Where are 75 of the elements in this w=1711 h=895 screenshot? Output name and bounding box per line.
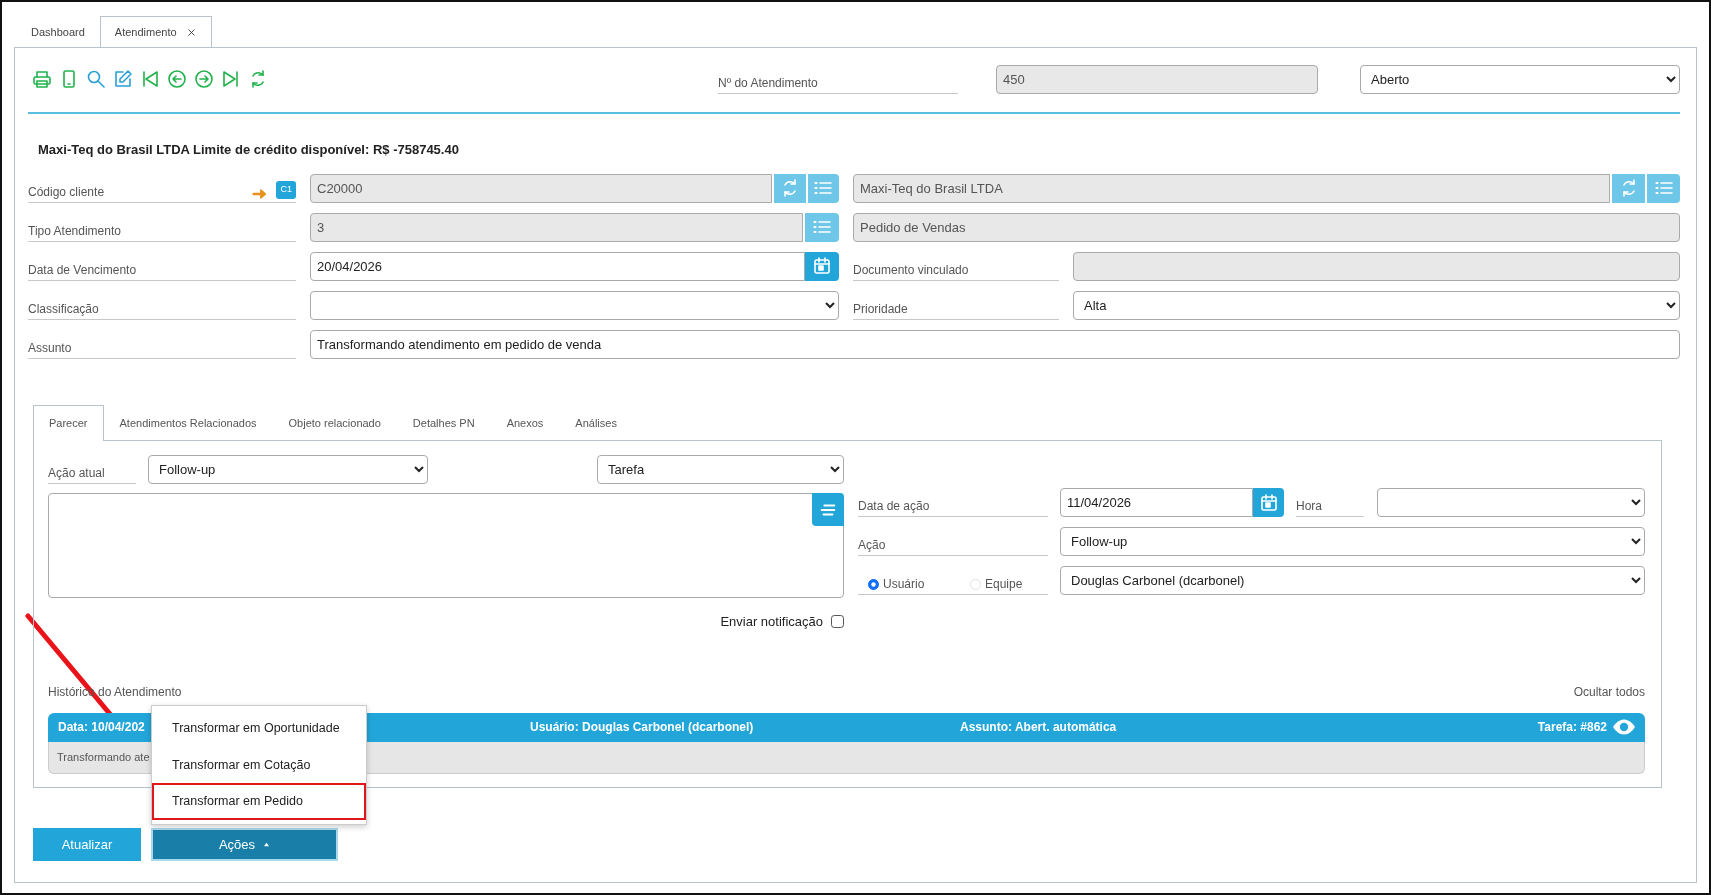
calendar-button[interactable] (1253, 488, 1284, 517)
linked-document-field[interactable] (1073, 251, 1680, 281)
list-button[interactable] (805, 212, 839, 242)
list-button[interactable] (807, 173, 839, 203)
close-icon[interactable] (185, 26, 197, 38)
field-label: Tipo Atendimento (28, 222, 121, 240)
history-task: Tarefa: #862 (1537, 719, 1607, 736)
calendar-button[interactable] (805, 251, 839, 281)
classification-select[interactable] (310, 290, 839, 320)
action-date-field[interactable]: 11/04/2026 (1060, 488, 1254, 517)
list-button[interactable] (1647, 173, 1680, 203)
radio-button[interactable] (868, 578, 879, 590)
field-label: Classificação (28, 300, 99, 318)
tab[interactable]: Atendimentos Relacionados (103, 404, 273, 440)
action-select[interactable]: Follow-up (148, 455, 428, 484)
refresh-button[interactable] (1612, 173, 1646, 203)
first-icon[interactable] (140, 69, 160, 89)
history-date: Data: 10/04/202 (58, 720, 145, 734)
priority-select[interactable]: Alta (1073, 290, 1680, 320)
type-select[interactable]: Tarefa (597, 455, 844, 484)
history-text: Transformando ate (57, 750, 150, 763)
field-label: Ação (858, 537, 886, 554)
field-label: Assunto (28, 339, 72, 357)
menu-item[interactable]: Transformar em Oportunidade (152, 709, 366, 747)
number-field[interactable]: 450 (996, 64, 1318, 94)
tab[interactable]: Dashboard (16, 16, 100, 47)
due-date-field[interactable]: 20/04/2026 (310, 251, 806, 281)
notification-label: Enviar notificação (720, 613, 823, 631)
menu-item[interactable]: Transformar em Pedido (152, 783, 366, 820)
field-label: Documento vinculado (853, 261, 969, 279)
client-badge: C1 (276, 181, 296, 199)
actions-button[interactable]: Ações (151, 828, 338, 861)
field-label: Data de Vencimento (28, 261, 137, 279)
tab[interactable]: Análises (559, 404, 633, 440)
client-code-field[interactable]: C20000 (310, 173, 773, 203)
assignee-select[interactable]: Douglas Carbonel (dcarbonel) (1060, 566, 1645, 595)
tab[interactable]: Detalhes PN (396, 404, 491, 440)
subject-field[interactable]: Transformando atendimento em pedido de venda (310, 329, 1680, 359)
menu-item[interactable]: Transformar em Cotação (152, 746, 366, 784)
tab[interactable]: Objeto relacionado (272, 404, 397, 440)
history-user: Usuário: Douglas Carbonel (dcarbonel) (530, 720, 754, 734)
status-select[interactable]: Aberto (1360, 64, 1680, 94)
edit-icon[interactable] (113, 69, 133, 89)
service-type-field[interactable]: 3 (310, 212, 804, 242)
service-description-field[interactable]: Pedido de Vendas (853, 212, 1680, 242)
notification-checkbox[interactable] (831, 615, 844, 629)
time-select[interactable] (1377, 488, 1645, 517)
history-subject: Assunto: Abert. automática (960, 719, 1118, 736)
tab[interactable]: Parecer (33, 404, 104, 441)
number-label: Nº do Atendimento (718, 75, 818, 92)
hide-all-link[interactable]: Ocultar todos (1573, 682, 1645, 701)
field-label: Data de ação (858, 498, 930, 515)
notes-textarea[interactable] (48, 493, 844, 598)
tab[interactable]: Anexos (490, 404, 560, 440)
field-label: Prioridade (853, 300, 908, 318)
previous-icon[interactable] (167, 69, 187, 89)
field-label: Hora (1296, 498, 1322, 515)
radio-label: Equipe (985, 576, 1023, 593)
arrow-icon (252, 186, 269, 201)
printer-icon[interactable] (32, 69, 52, 89)
field-label: Ação atual (48, 465, 105, 482)
format-button[interactable] (812, 493, 844, 526)
next-icon[interactable] (194, 69, 214, 89)
caret-icon (263, 842, 271, 847)
refresh-button[interactable] (774, 173, 806, 203)
calendar-icon (1258, 492, 1279, 513)
last-icon[interactable] (221, 69, 241, 89)
field-label: Código cliente (28, 183, 105, 201)
calendar-icon (812, 256, 833, 276)
tab[interactable]: Atendimento (99, 16, 212, 47)
search-icon[interactable] (86, 69, 106, 89)
radio-label: Usuário (883, 576, 925, 593)
client-title: Maxi-Teq do Brasil LTDA Limite de crédito disponível: R$ -758745.40 (38, 141, 460, 159)
client-name-field[interactable]: Maxi-Teq do Brasil LTDA (853, 173, 1611, 203)
action-select[interactable]: Follow-up (1060, 527, 1645, 556)
